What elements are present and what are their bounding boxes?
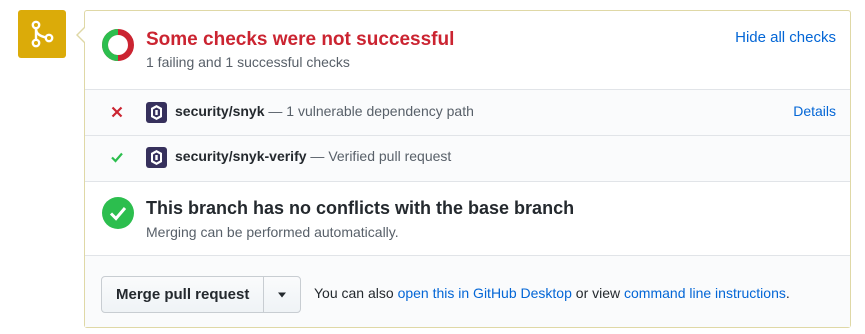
merge-button-group: Merge pull request: [101, 276, 302, 313]
merge-actions: Merge pull request You can also open thi…: [85, 255, 850, 327]
conflicts-title: This branch has no conflicts with the ba…: [146, 198, 575, 218]
snyk-logo-icon: [151, 150, 162, 165]
merge-conflicts-status: This branch has no conflicts with the ba…: [85, 181, 850, 255]
check-row-snyk: security/snyk — 1 vulnerable dependency …: [85, 90, 850, 136]
conflicts-subtitle: Merging can be performed automatically.: [146, 224, 399, 240]
checks-status-title: Some checks were not successful: [146, 29, 455, 50]
command-line-instructions-link[interactable]: command line instructions: [624, 285, 786, 301]
partial-status-ring-icon: [102, 29, 134, 61]
triangle-down-icon: [278, 292, 287, 297]
snyk-avatar: [146, 102, 167, 123]
checks-list: security/snyk — 1 vulnerable dependency …: [85, 89, 850, 182]
check-icon: [111, 152, 123, 163]
check-row-snyk-verify: security/snyk-verify — Verified pull req…: [85, 135, 850, 180]
success-check-circle-icon: [102, 197, 134, 229]
snyk-avatar: [146, 147, 167, 168]
check-name: security/snyk-verify: [175, 148, 307, 164]
check-description: Verified pull request: [328, 148, 452, 164]
snyk-logo-icon: [151, 105, 162, 120]
x-icon: [111, 106, 123, 118]
merge-box: Some checks were not successful 1 failin…: [76, 10, 851, 328]
merge-status-badge: [18, 10, 66, 58]
checks-status-header: Some checks were not successful 1 failin…: [85, 11, 850, 90]
check-description: 1 vulnerable dependency path: [286, 103, 474, 119]
merge-method-dropdown[interactable]: [263, 277, 300, 312]
hide-all-checks-link[interactable]: Hide all checks: [735, 29, 836, 46]
check-name: security/snyk: [175, 103, 265, 119]
git-merge-icon: [31, 20, 54, 48]
checks-status-summary: 1 failing and 1 successful checks: [146, 54, 350, 70]
merge-pull-request-button[interactable]: Merge pull request: [102, 277, 263, 312]
check-details-link[interactable]: Details: [793, 103, 836, 119]
merge-alternatives-note: You can also open this in GitHub Desktop…: [314, 285, 790, 301]
open-in-desktop-link[interactable]: open this in GitHub Desktop: [398, 285, 572, 301]
